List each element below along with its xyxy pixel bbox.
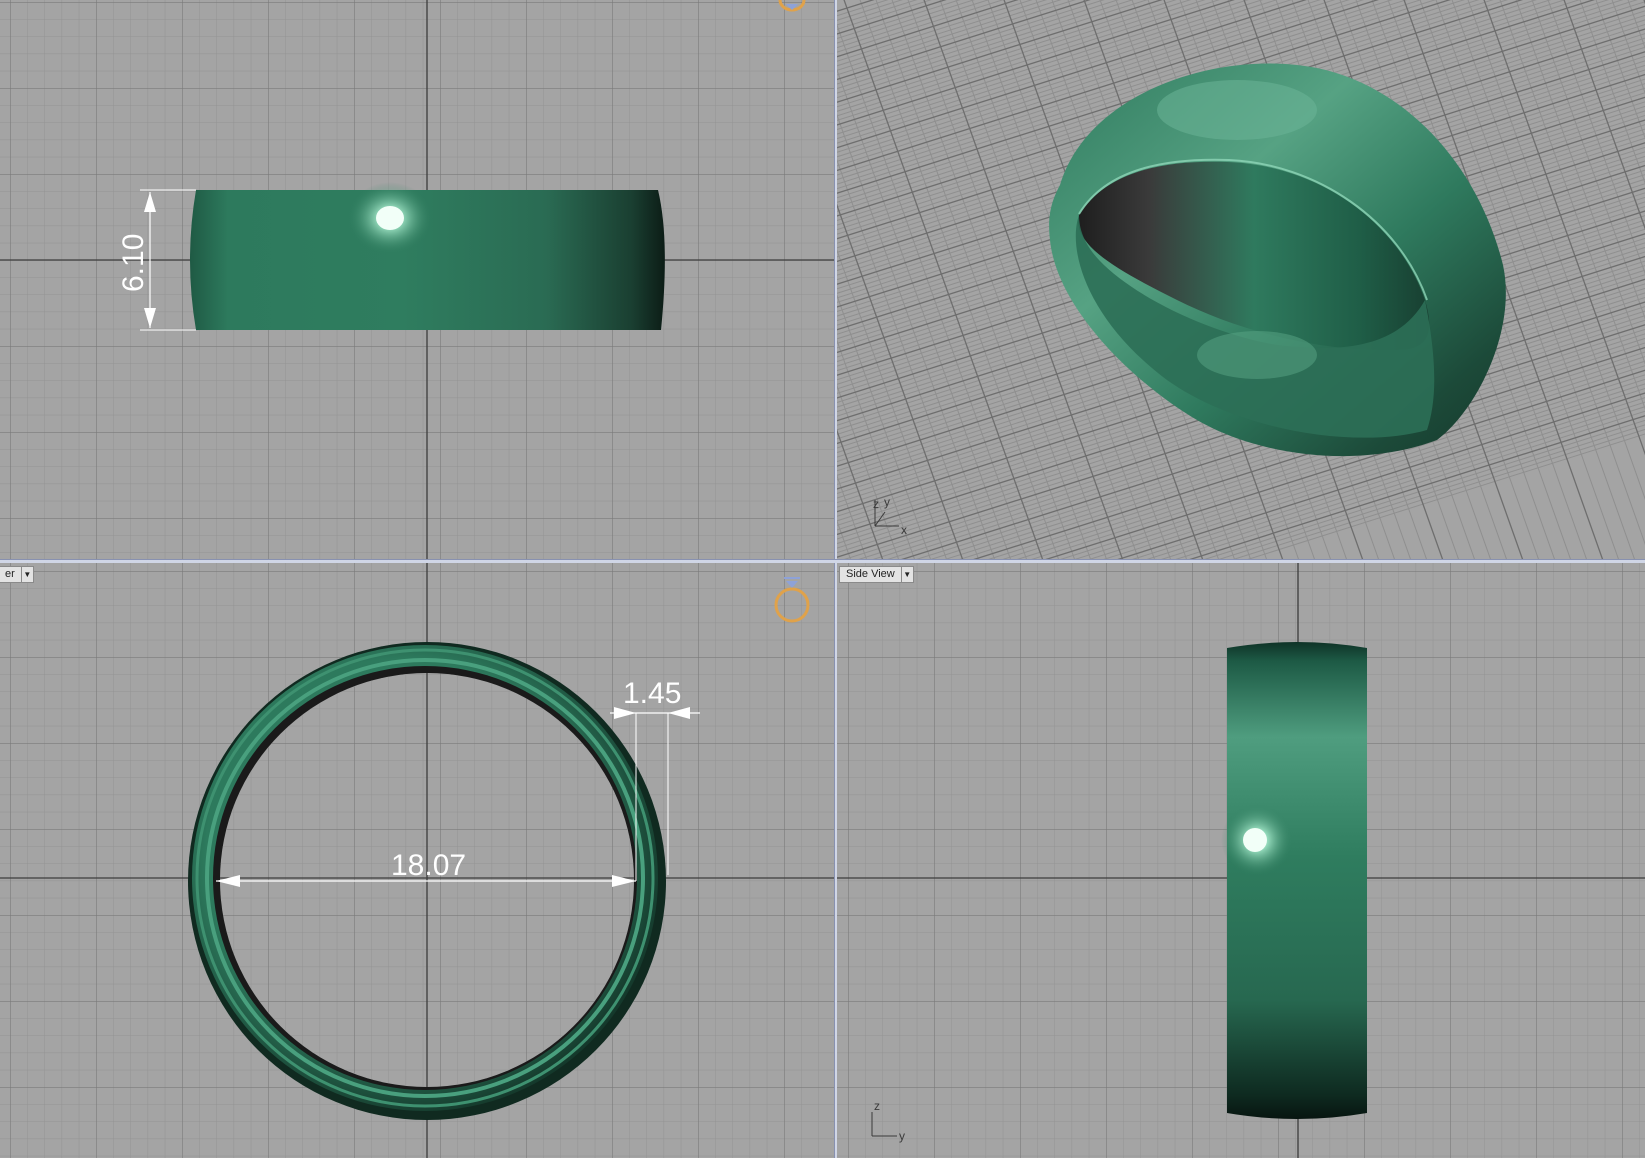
top-viewport[interactable]: 18.07 1.45 er ▼ bbox=[0, 563, 834, 1158]
side-view-menu[interactable]: Side View ▼ bbox=[839, 566, 914, 583]
quad-viewport-window: 6.10 z y x 18.07 1.45 er ▼ z y Side View… bbox=[0, 0, 1645, 1158]
chevron-down-icon[interactable]: ▼ bbox=[20, 566, 34, 583]
axis-label-z: z bbox=[873, 497, 879, 511]
perspective-viewport[interactable]: z y x bbox=[837, 0, 1645, 559]
ring-side-projection[interactable] bbox=[1221, 642, 1367, 1119]
top-viewport-canvas[interactable]: 18.07 1.45 bbox=[0, 563, 834, 1158]
viewport-splitter-vertical[interactable] bbox=[834, 0, 837, 1158]
top-view-menu[interactable]: er ▼ bbox=[0, 566, 34, 583]
front-viewport[interactable]: 6.10 bbox=[0, 0, 834, 559]
side-viewport[interactable]: z y Side View ▼ bbox=[837, 563, 1645, 1158]
side-viewport-canvas[interactable]: z y bbox=[837, 563, 1645, 1158]
thickness-label: 1.45 bbox=[623, 677, 681, 710]
top-view-menu-label[interactable]: er bbox=[0, 566, 21, 583]
axis-label-y: y bbox=[899, 1129, 905, 1143]
viewport-splitter-horizontal[interactable] bbox=[0, 559, 1645, 563]
chevron-down-icon[interactable]: ▼ bbox=[900, 566, 914, 583]
height-dimension-label: 6.10 bbox=[117, 234, 150, 292]
inner-diameter-label: 18.07 bbox=[391, 849, 466, 882]
axis-label-z: z bbox=[874, 1099, 880, 1113]
side-view-menu-label[interactable]: Side View bbox=[839, 566, 901, 583]
perspective-viewport-canvas[interactable]: z y x bbox=[837, 0, 1645, 559]
front-viewport-canvas[interactable]: 6.10 bbox=[0, 0, 834, 559]
axis-label-y: y bbox=[884, 495, 890, 509]
axis-label-x: x bbox=[901, 523, 907, 537]
ring-front-projection[interactable] bbox=[190, 182, 665, 330]
